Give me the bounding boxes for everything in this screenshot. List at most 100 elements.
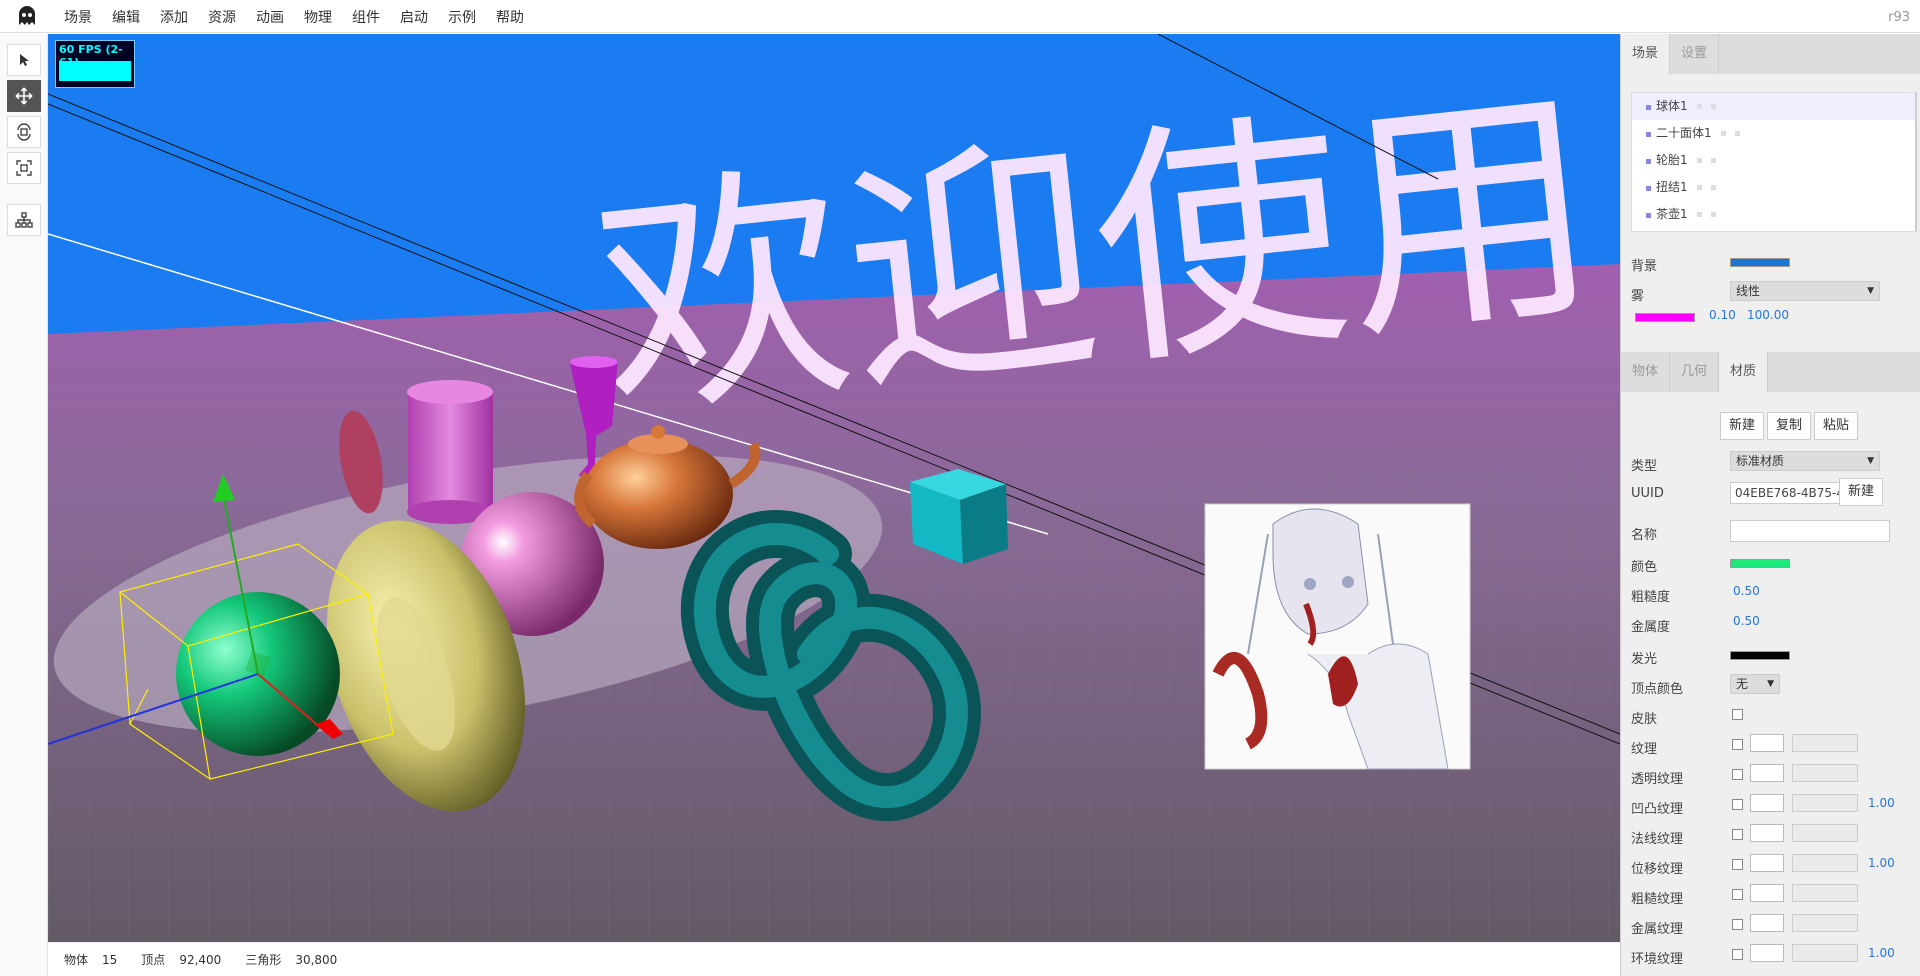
- scene-viewport[interactable]: 欢迎使用 60 FPS (2-: [48, 34, 1620, 942]
- menu-help[interactable]: 帮助: [486, 0, 534, 33]
- alpha-map-checkbox[interactable]: [1732, 769, 1743, 780]
- normal-map-texture-slot[interactable]: [1750, 824, 1784, 842]
- object-icon: [1646, 105, 1651, 110]
- vertex-colors-select[interactable]: 无 ▼: [1730, 674, 1780, 694]
- menu-examples[interactable]: 示例: [438, 0, 486, 33]
- bump-map-checkbox[interactable]: [1732, 799, 1743, 810]
- hierarchy-icon: [15, 212, 33, 228]
- bump-scale-input[interactable]: 1.00: [1868, 792, 1895, 814]
- bump-map-texture-slot[interactable]: [1750, 794, 1784, 812]
- normal-map-checkbox[interactable]: [1732, 829, 1743, 840]
- chevron-down-icon: ▼: [1867, 456, 1874, 466]
- displacement-map-field[interactable]: [1792, 854, 1858, 872]
- outliner-item[interactable]: 球体1: [1632, 93, 1915, 120]
- scene-render[interactable]: 欢迎使用: [48, 34, 1620, 942]
- rotate-tool-button[interactable]: [7, 116, 41, 148]
- material-new-button[interactable]: 新建: [1720, 412, 1765, 440]
- fps-graph: [59, 61, 131, 81]
- map-field[interactable]: [1792, 734, 1858, 752]
- triangles-value: 30,800: [295, 953, 338, 967]
- material-copy-button[interactable]: 复制: [1767, 412, 1812, 440]
- roughness-map-checkbox[interactable]: [1732, 889, 1743, 900]
- menu-physics[interactable]: 物理: [294, 0, 342, 33]
- env-map-row: 环境纹理 1.00: [1631, 944, 1920, 968]
- skinning-label: 皮肤: [1631, 712, 1658, 727]
- fog-far-input[interactable]: 100.00: [1747, 304, 1789, 326]
- menu-assets[interactable]: 资源: [198, 0, 246, 33]
- background-color-input[interactable]: [1730, 258, 1790, 267]
- chevron-down-icon: ▼: [1867, 286, 1874, 296]
- uuid-input[interactable]: 04EBE768-4B75-4I: [1730, 482, 1840, 504]
- material-name-row: 名称: [1631, 520, 1920, 544]
- bump-map-field[interactable]: [1792, 794, 1858, 812]
- tab-object[interactable]: 物体: [1621, 352, 1671, 392]
- cylinder-object[interactable]: [407, 380, 493, 524]
- outliner-item[interactable]: 扭结1: [1632, 174, 1915, 201]
- fog-label: 雾: [1631, 289, 1645, 304]
- outliner-item-label: 茶壶1: [1656, 207, 1688, 221]
- material-name-input[interactable]: [1730, 520, 1890, 542]
- material-type-value: 标准材质: [1736, 454, 1785, 468]
- ghost-logo-icon: [19, 6, 35, 25]
- sprite-image[interactable]: [1204, 503, 1471, 770]
- metalness-map-field[interactable]: [1792, 914, 1858, 932]
- metalness-input[interactable]: 0.50: [1733, 610, 1760, 632]
- menu-animation[interactable]: 动画: [246, 0, 294, 33]
- displacement-map-checkbox[interactable]: [1732, 859, 1743, 870]
- outliner-item[interactable]: 轮胎1: [1632, 147, 1915, 174]
- bump-map-row: 凹凸纹理 1.00: [1631, 794, 1920, 818]
- alpha-map-texture-slot[interactable]: [1750, 764, 1784, 782]
- fog-select[interactable]: 线性 ▼: [1730, 281, 1880, 301]
- select-tool-button[interactable]: [7, 44, 41, 76]
- displacement-scale-input[interactable]: 1.00: [1868, 852, 1895, 874]
- env-map-field[interactable]: [1792, 944, 1858, 962]
- uuid-new-button[interactable]: 新建: [1839, 478, 1884, 506]
- map-texture-slot[interactable]: [1750, 734, 1784, 752]
- scale-tool-button[interactable]: [7, 152, 41, 184]
- menu-play[interactable]: 启动: [390, 0, 438, 33]
- material-color-input[interactable]: [1730, 559, 1790, 568]
- menu-edit[interactable]: 编辑: [102, 0, 150, 33]
- outliner-item[interactable]: 二十面体1: [1632, 120, 1915, 147]
- menu-add[interactable]: 添加: [150, 0, 198, 33]
- fog-near-input[interactable]: 0.10: [1709, 304, 1736, 326]
- roughness-map-row: 粗糙纹理: [1631, 884, 1920, 908]
- tab-material[interactable]: 材质: [1719, 352, 1769, 392]
- fog-select-value: 线性: [1736, 284, 1761, 298]
- metalness-map-checkbox[interactable]: [1732, 919, 1743, 930]
- object-icon: [1646, 213, 1651, 218]
- map-row: 纹理: [1631, 734, 1920, 758]
- hierarchy-tool-button[interactable]: [7, 204, 41, 236]
- move-tool-button[interactable]: [7, 80, 41, 112]
- scene-outliner[interactable]: 球体1 二十面体1 轮胎1 扭结1 茶壶1: [1631, 92, 1917, 232]
- env-map-intensity-input[interactable]: 1.00: [1868, 942, 1895, 964]
- outliner-item[interactable]: 茶壶1: [1632, 201, 1915, 228]
- env-map-checkbox[interactable]: [1732, 949, 1743, 960]
- tab-geometry[interactable]: 几何: [1670, 352, 1720, 392]
- material-paste-button[interactable]: 粘贴: [1814, 412, 1859, 440]
- map-checkbox[interactable]: [1732, 739, 1743, 750]
- metalness-label: 金属度: [1631, 620, 1671, 635]
- tab-settings[interactable]: 设置: [1670, 34, 1720, 74]
- tab-scene[interactable]: 场景: [1621, 34, 1671, 74]
- normal-map-field[interactable]: [1792, 824, 1858, 842]
- roughness-map-texture-slot[interactable]: [1750, 884, 1784, 902]
- emissive-label: 发光: [1631, 652, 1658, 667]
- displacement-map-texture-slot[interactable]: [1750, 854, 1784, 872]
- metalness-row: 金属度 0.50: [1631, 612, 1920, 636]
- fog-color-input[interactable]: [1635, 313, 1695, 322]
- skinning-checkbox[interactable]: [1732, 709, 1743, 720]
- roughness-input[interactable]: 0.50: [1733, 580, 1760, 602]
- move-icon: [15, 87, 33, 105]
- material-type-select[interactable]: 标准材质 ▼: [1730, 451, 1880, 471]
- alpha-map-label: 透明纹理: [1631, 772, 1684, 787]
- env-map-texture-slot[interactable]: [1750, 944, 1784, 962]
- menu-components[interactable]: 组件: [342, 0, 390, 33]
- geometry-icon: [1696, 185, 1702, 190]
- emissive-color-input[interactable]: [1730, 651, 1790, 660]
- roughness-map-field[interactable]: [1792, 884, 1858, 902]
- alpha-map-field[interactable]: [1792, 764, 1858, 782]
- chevron-down-icon: ▼: [1767, 679, 1774, 689]
- metalness-map-texture-slot[interactable]: [1750, 914, 1784, 932]
- menu-scene[interactable]: 场景: [54, 0, 102, 33]
